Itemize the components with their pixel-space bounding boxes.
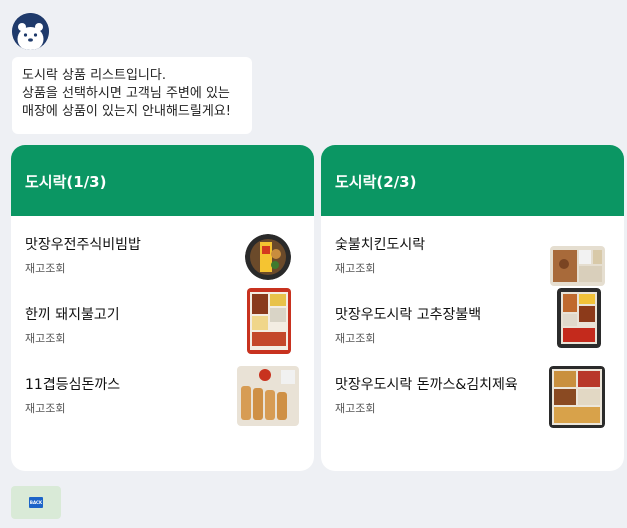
product-name: 숯불치킨도시락	[335, 237, 426, 253]
bot-avatar	[12, 13, 49, 50]
bot-message-bubble: 도시락 상품 리스트입니다. 상품을 선택하시면 고객님 주변에 있는 매장에 …	[12, 57, 252, 134]
product-item[interactable]: 11겹등심돈까스 재고조회	[11, 366, 314, 444]
product-name: 맛장우도시락 고추장불백	[335, 307, 482, 323]
product-item[interactable]: 맛장우도시락 고추장불백 재고조회	[321, 288, 624, 374]
stock-check-link[interactable]: 재고조회	[25, 260, 65, 276]
product-image	[245, 234, 291, 280]
product-name: 11겹등심돈까스	[25, 377, 121, 393]
stock-check-link[interactable]: 재고조회	[25, 400, 65, 416]
stock-check-link[interactable]: 재고조회	[25, 330, 65, 346]
card-title: 도시락(2/3)	[321, 145, 624, 216]
back-icon: BACK	[29, 497, 43, 508]
product-card-2: 도시락(2/3) 숯불치킨도시락 재고조회 맛장우도시락 고추장불백 재고조회	[321, 145, 624, 471]
message-line: 도시락 상품 리스트입니다.	[22, 68, 166, 83]
product-card-1: 도시락(1/3) 맛장우전주식비빔밥 재고조회 한끼 돼지불고기 재고조회 11…	[11, 145, 314, 471]
polar-bear-icon	[12, 13, 49, 50]
product-item[interactable]: 맛장우도시락 돈까스&김치제육 재고조회	[321, 366, 624, 444]
product-image	[237, 366, 299, 426]
message-line: 매장에 상품이 있는지 안내해드릴게요!	[22, 104, 231, 119]
stock-check-link[interactable]: 재고조회	[335, 330, 375, 346]
stock-check-link[interactable]: 재고조회	[335, 400, 375, 416]
product-image	[557, 288, 601, 348]
product-name: 맛장우전주식비빔밥	[25, 237, 141, 253]
card-title: 도시락(1/3)	[11, 145, 314, 216]
product-name: 맛장우도시락 돈까스&김치제육	[335, 377, 518, 393]
product-item[interactable]: 한끼 돼지불고기 재고조회	[11, 288, 314, 374]
product-name: 한끼 돼지불고기	[25, 307, 120, 323]
product-image	[550, 246, 605, 286]
stock-check-link[interactable]: 재고조회	[335, 260, 375, 276]
message-line: 상품을 선택하시면 고객님 주변에 있는	[22, 86, 230, 101]
product-image	[549, 366, 605, 428]
product-image	[247, 288, 291, 354]
back-button[interactable]: BACK	[11, 486, 61, 519]
